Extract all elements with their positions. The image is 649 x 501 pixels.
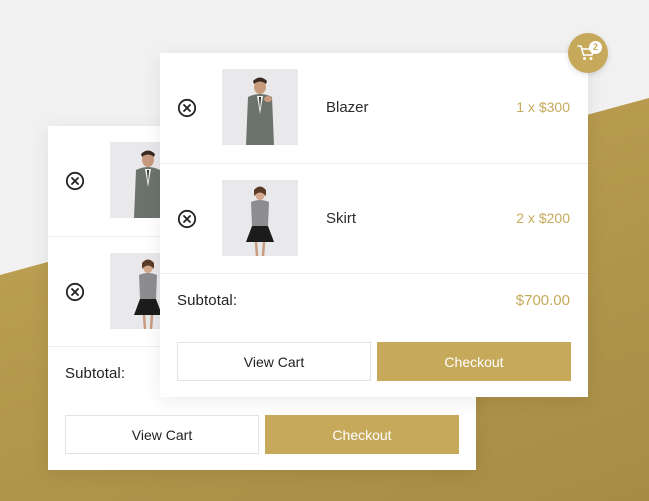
product-price: 2 x $200 [516, 210, 570, 226]
remove-item-icon[interactable] [65, 171, 85, 191]
mini-cart-card: Blazer 1 x $300 Skirt 2 x $200 Subtotal:… [160, 53, 588, 397]
remove-item-icon[interactable] [177, 209, 197, 229]
product-thumbnail[interactable] [222, 180, 298, 256]
subtotal-label: Subtotal: [177, 292, 238, 309]
product-price: 1 x $300 [516, 99, 570, 115]
cart-item-row: Skirt 2 x $200 [160, 163, 588, 273]
subtotal-row: Subtotal: $700.00 [160, 273, 588, 325]
view-cart-button[interactable]: View Cart [65, 415, 259, 454]
remove-item-icon[interactable] [177, 98, 197, 118]
product-thumbnail[interactable] [222, 69, 298, 145]
subtotal-label: Subtotal: [65, 365, 126, 382]
cart-item-row: Blazer 1 x $300 [160, 53, 588, 163]
checkout-button[interactable]: Checkout [265, 415, 459, 454]
subtotal-value: $700.00 [515, 292, 570, 309]
checkout-button[interactable]: Checkout [377, 342, 571, 381]
cart-count-badge: 2 [589, 41, 602, 54]
remove-item-icon[interactable] [65, 282, 85, 302]
view-cart-button[interactable]: View Cart [177, 342, 371, 381]
cart-button[interactable]: 2 [568, 33, 608, 73]
product-name[interactable]: Skirt [326, 210, 356, 227]
product-name[interactable]: Blazer [326, 99, 369, 116]
